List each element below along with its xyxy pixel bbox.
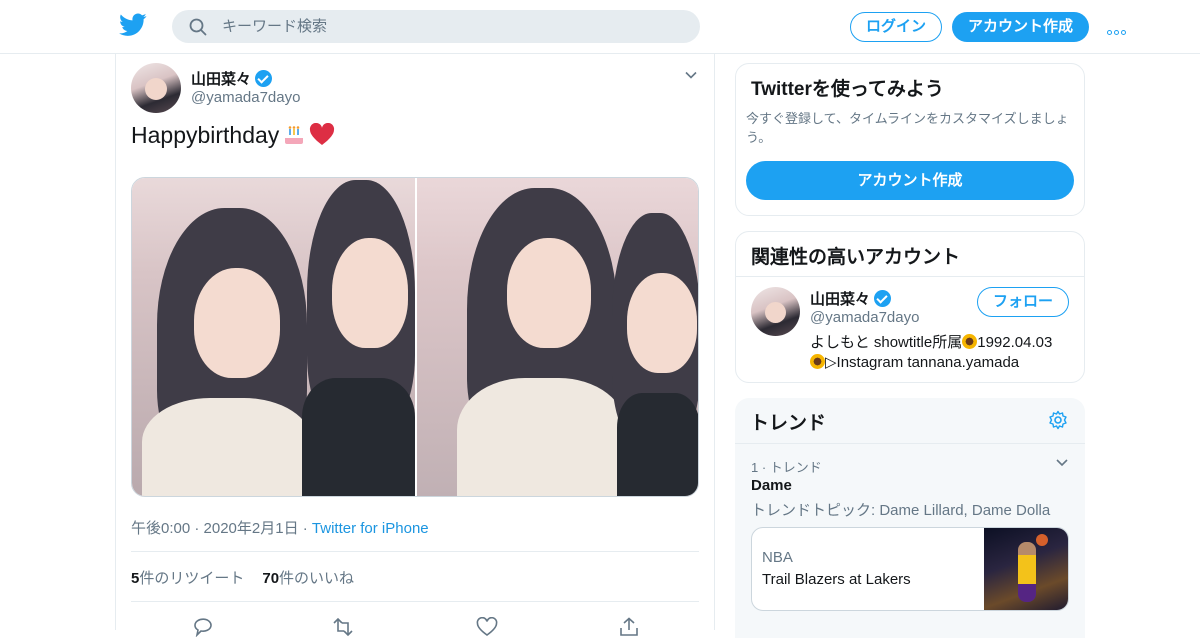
tweet-media[interactable]	[131, 177, 699, 497]
trends-title: トレンド	[750, 413, 827, 434]
related-accounts-title: 関連性の高いアカウント	[751, 247, 961, 268]
red-heart-emoji-icon	[310, 123, 335, 145]
trend-event-card[interactable]: NBA Trail Blazers at Lakers	[751, 527, 1069, 611]
photo-subject	[194, 268, 280, 378]
photo-subject	[332, 238, 408, 348]
photo-subject	[1018, 542, 1036, 602]
author-name-row[interactable]: 山田菜々	[191, 68, 273, 89]
tweet-photo-2[interactable]	[417, 178, 698, 496]
bio-text: よしもと showtitle所属	[810, 334, 963, 351]
verified-badge-icon	[874, 290, 892, 307]
signup-card-button[interactable]: アカウント作成	[746, 161, 1074, 200]
sunflower-emoji-icon	[962, 334, 978, 349]
chevron-down-icon[interactable]	[1055, 457, 1069, 469]
tweet-text: Happybirthday	[131, 122, 335, 149]
more-icon[interactable]	[1107, 22, 1131, 35]
divider	[131, 601, 699, 602]
tweet-photo-1[interactable]	[132, 178, 415, 496]
like-count: 70	[262, 570, 280, 587]
related-name-row[interactable]: 山田菜々	[810, 288, 892, 309]
chevron-down-icon[interactable]	[684, 68, 698, 82]
tweet-meta: 午後0:00 · 2020年2月1日 · Twitter for iPhone	[131, 517, 429, 538]
trend-name[interactable]: Dame	[751, 477, 792, 494]
twitter-logo-icon[interactable]	[119, 13, 147, 37]
photo-subject	[507, 238, 591, 348]
divider	[736, 276, 1084, 277]
verified-badge-icon	[255, 70, 273, 87]
author-handle[interactable]: @yamada7dayo	[191, 89, 300, 106]
share-icon[interactable]	[618, 617, 640, 637]
trends-card: トレンド 1 · トレンド Dame トレンドトピック: Dame Lillar…	[735, 398, 1085, 638]
login-button[interactable]: ログイン	[850, 12, 942, 42]
search-bar[interactable]	[172, 10, 700, 43]
event-image	[984, 528, 1068, 610]
avatar[interactable]	[751, 287, 800, 336]
retweet-icon[interactable]	[332, 617, 354, 637]
signup-prompt-title: Twitterを使ってみよう	[751, 79, 944, 100]
search-input[interactable]	[222, 10, 682, 43]
trend-topic: トレンドトピック: Dame Lillard, Dame Dolla	[751, 502, 1051, 519]
bio-text: 1992.04.03	[977, 334, 1053, 351]
tweet-source-link[interactable]: Twitter for iPhone	[312, 520, 429, 537]
reply-icon[interactable]	[192, 617, 214, 637]
trend-rank: 1 · トレンド	[751, 460, 822, 475]
tweet-text-body: Happybirthday	[131, 122, 280, 148]
retweet-stat[interactable]: 5件のリツイート	[131, 570, 244, 587]
photo-subject	[302, 378, 415, 496]
avatar[interactable]	[131, 63, 181, 113]
like-heart-icon[interactable]	[476, 617, 498, 637]
divider	[735, 443, 1085, 444]
related-accounts-card: 関連性の高いアカウント 山田菜々 @yamada7dayo フォロー よしもと …	[735, 231, 1085, 383]
photo-subject	[142, 398, 312, 496]
signup-prompt-card: Twitterを使ってみよう 今すぐ登録して、タイムラインをカスタマイズしましょ…	[735, 63, 1085, 216]
birthday-cake-emoji-icon	[285, 126, 304, 144]
signup-prompt-subtitle: 今すぐ登録して、タイムラインをカスタマイズしましょう。	[746, 111, 1069, 145]
tweet-column: 山田菜々 @yamada7dayo Happybirthday 午後0:00 ·…	[115, 54, 715, 637]
top-bar: ログイン アカウント作成	[0, 0, 1200, 54]
gear-icon[interactable]	[1048, 410, 1068, 430]
tweet-time[interactable]: 午後0:00 · 2020年2月1日 ·	[131, 520, 312, 537]
photo-subject	[627, 273, 697, 373]
retweet-label: 件のリツイート	[139, 570, 245, 587]
photo-subject	[457, 378, 627, 496]
event-title: Trail Blazers at Lakers	[762, 571, 911, 588]
author-name[interactable]: 山田菜々	[191, 71, 251, 88]
search-icon	[189, 18, 207, 36]
tweet-stats: 5件のリツイート 70件のいいね	[131, 567, 354, 588]
photo-subject	[617, 393, 698, 496]
bio-text[interactable]: ▷Instagram tannana.yamada	[825, 354, 1019, 371]
related-account-name[interactable]: 山田菜々	[810, 291, 870, 308]
photo-subject	[1036, 534, 1048, 546]
follow-button[interactable]: フォロー	[977, 287, 1069, 317]
like-stat[interactable]: 70件のいいね	[262, 570, 354, 587]
like-label: 件のいいね	[279, 570, 355, 587]
event-category: NBA	[762, 549, 793, 566]
related-account-bio: よしもと showtitle所属 1992.04.03 ▷Instagram tan…	[810, 333, 1070, 373]
sunflower-emoji-icon	[810, 354, 825, 369]
signup-button[interactable]: アカウント作成	[952, 12, 1089, 42]
related-account-handle[interactable]: @yamada7dayo	[810, 309, 919, 326]
divider	[131, 551, 699, 552]
